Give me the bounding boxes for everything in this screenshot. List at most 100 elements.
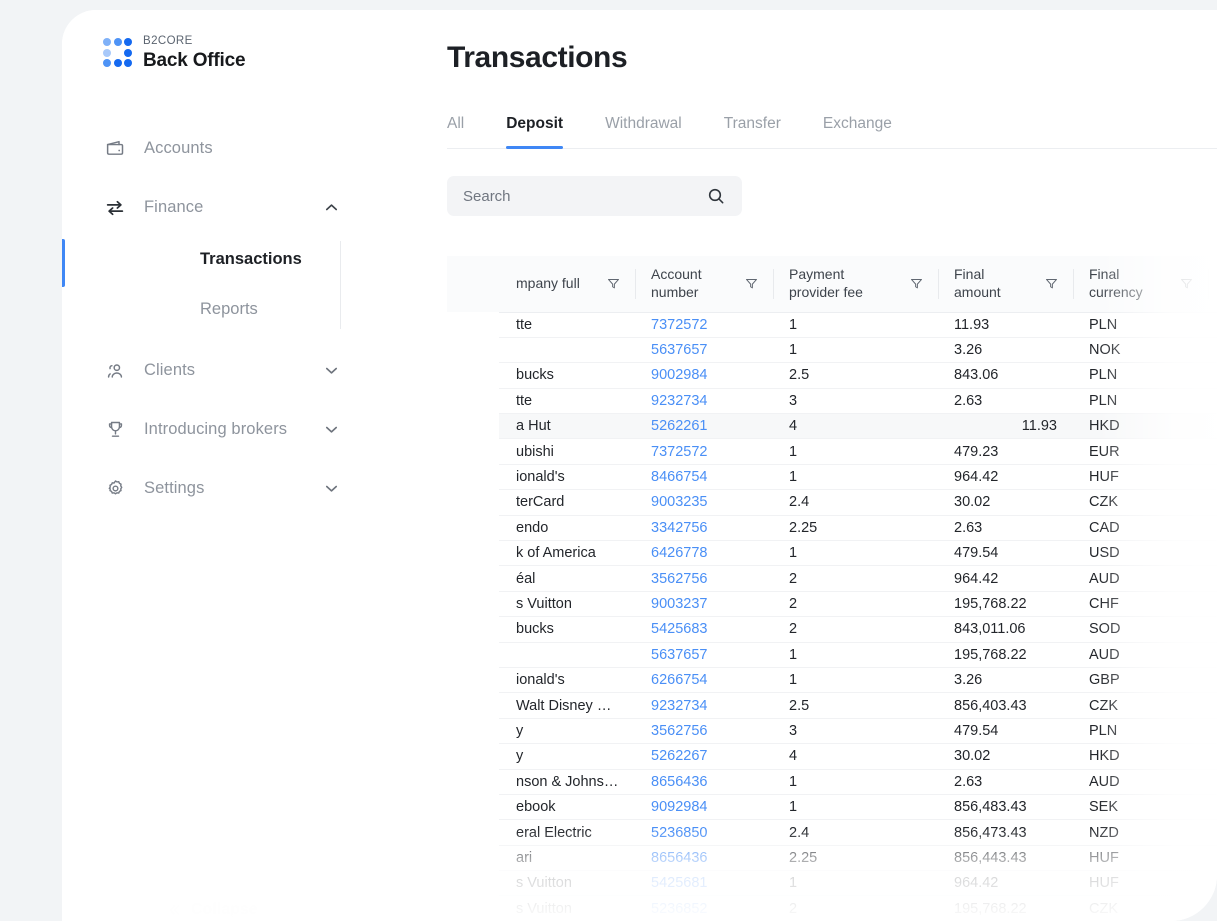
- sidebar-item-introducing-brokers[interactable]: Introducing brokers: [62, 407, 385, 453]
- row-checkbox-cell[interactable]: [447, 489, 500, 516]
- filter-icon[interactable]: [744, 276, 759, 291]
- row-checkbox[interactable]: [465, 366, 482, 384]
- row-checkbox[interactable]: [465, 544, 482, 562]
- row-checkbox-cell[interactable]: [447, 591, 500, 618]
- row-checkbox[interactable]: [465, 392, 482, 410]
- table-row[interactable]: ari86564362.25856,443.43HUF2.25: [447, 845, 1217, 872]
- chevron-down-icon[interactable]: [322, 479, 341, 498]
- row-checkbox-cell[interactable]: [447, 388, 500, 415]
- row-checkbox[interactable]: [465, 595, 482, 613]
- table-row[interactable]: tte7372572111.93PLN1: [447, 312, 1217, 338]
- row-checkbox-cell[interactable]: [447, 819, 500, 846]
- table-row[interactable]: y35627563479.54PLN3: [447, 718, 1217, 745]
- column-account-number[interactable]: Account number: [635, 256, 773, 313]
- row-checkbox-cell[interactable]: [447, 312, 500, 338]
- row-checkbox-cell[interactable]: [447, 769, 500, 795]
- row-checkbox[interactable]: [465, 671, 482, 689]
- table-row[interactable]: ebook90929841856,483.43SEK1: [447, 794, 1217, 821]
- sidebar-item-settings[interactable]: Settings: [62, 466, 385, 512]
- row-checkbox[interactable]: [465, 824, 482, 841]
- row-checkbox-cell[interactable]: [447, 743, 500, 770]
- filter-icon[interactable]: [1044, 276, 1059, 291]
- row-checkbox[interactable]: [465, 341, 482, 359]
- row-checkbox-cell[interactable]: [447, 794, 500, 821]
- table-row[interactable]: Walt Disney Com…92327342.5856,403.43CZK2…: [447, 692, 1217, 719]
- row-checkbox[interactable]: [465, 798, 482, 816]
- row-checkbox-cell[interactable]: [447, 692, 500, 719]
- table-row[interactable]: k of America64267781479.54USD1: [447, 540, 1217, 567]
- row-checkbox[interactable]: [465, 773, 482, 791]
- table-row[interactable]: nson & Johnson865643612.63AUD1: [447, 769, 1217, 795]
- table-row[interactable]: éal35627562964.42AUD2: [447, 565, 1217, 592]
- row-checkbox-cell[interactable]: [447, 870, 500, 897]
- row-checkbox[interactable]: [465, 316, 482, 334]
- row-checkbox[interactable]: [465, 443, 482, 461]
- row-checkbox[interactable]: [465, 417, 482, 435]
- table-row[interactable]: 56376571195,768.22AUD1: [447, 642, 1217, 668]
- table-row[interactable]: s Vuitton90032372195,768.22CHF2: [447, 591, 1217, 618]
- transactions-table-scroll[interactable]: mpany full Account number Payment provid…: [447, 256, 1217, 921]
- row-checkbox[interactable]: [465, 646, 482, 664]
- row-checkbox-cell[interactable]: [447, 565, 500, 592]
- column-final-currency[interactable]: Final currency: [1073, 256, 1208, 313]
- tab-deposit[interactable]: Deposit: [506, 105, 563, 149]
- row-checkbox-cell[interactable]: [447, 895, 500, 921]
- column-payment-provider-fee[interactable]: Payment provider fee: [773, 256, 938, 313]
- table-row[interactable]: a Hut5262261411.93HKD4: [447, 413, 1217, 440]
- select-all-checkbox[interactable]: [465, 275, 482, 293]
- row-checkbox[interactable]: [465, 874, 482, 892]
- row-checkbox-cell[interactable]: [447, 845, 500, 872]
- tab-withdrawal[interactable]: Withdrawal: [605, 105, 682, 148]
- row-checkbox[interactable]: [465, 697, 482, 715]
- row-checkbox-cell[interactable]: [447, 464, 500, 491]
- row-checkbox-cell[interactable]: [447, 515, 500, 542]
- row-checkbox-cell[interactable]: [447, 337, 500, 364]
- search-input[interactable]: [463, 187, 706, 205]
- brand-logo[interactable]: B2CORE Back Office: [62, 10, 385, 70]
- table-row[interactable]: eral Electric52368502.4856,473.43NZD2.4: [447, 819, 1217, 846]
- row-checkbox[interactable]: [465, 900, 482, 918]
- table-row[interactable]: 563765713.26NOK1: [447, 337, 1217, 364]
- row-checkbox-cell[interactable]: [447, 667, 500, 694]
- table-row[interactable]: tte923273432.63PLN3: [447, 388, 1217, 415]
- row-checkbox[interactable]: [465, 468, 482, 486]
- filter-icon[interactable]: [1179, 276, 1194, 291]
- column-company-full-name[interactable]: mpany full: [500, 256, 635, 313]
- row-checkbox-cell[interactable]: [447, 718, 500, 745]
- row-checkbox-cell[interactable]: [447, 642, 500, 668]
- row-checkbox[interactable]: [465, 519, 482, 537]
- sidebar-item-accounts[interactable]: Accounts: [62, 126, 385, 172]
- table-row[interactable]: y5262267430.02HKD4: [447, 743, 1217, 770]
- table-row[interactable]: ionald's84667541964.42HUF1: [447, 464, 1217, 491]
- search-box[interactable]: [447, 176, 742, 216]
- select-all-header[interactable]: [447, 256, 500, 313]
- row-checkbox[interactable]: [465, 620, 482, 638]
- table-row[interactable]: bucks90029842.5843.06PLN2.5: [447, 362, 1217, 389]
- table-row[interactable]: terCard90032352.430.02CZK2.4: [447, 489, 1217, 516]
- row-checkbox-cell[interactable]: [447, 362, 500, 389]
- tab-all[interactable]: All: [447, 105, 464, 148]
- sidebar-item-clients[interactable]: Clients: [62, 348, 385, 394]
- table-row[interactable]: endo33427562.252.63CAD2.25: [447, 515, 1217, 542]
- row-checkbox-cell[interactable]: [447, 438, 500, 465]
- sidebar-item-transactions[interactable]: Transactions: [62, 235, 385, 285]
- row-checkbox-cell[interactable]: [447, 616, 500, 643]
- sidebar-item-reports[interactable]: Reports: [62, 285, 385, 335]
- filter-icon[interactable]: [909, 276, 924, 291]
- column-final-amount[interactable]: Final amount: [938, 256, 1073, 313]
- table-row[interactable]: ubishi73725721479.23EUR1: [447, 438, 1217, 465]
- row-checkbox[interactable]: [465, 570, 482, 588]
- tab-exchange[interactable]: Exchange: [823, 105, 892, 148]
- collapse-sidebar-button[interactable]: Collapse: [62, 901, 258, 919]
- column-exchange-rate[interactable]: Exchangerate: [1208, 256, 1217, 313]
- row-checkbox[interactable]: [465, 849, 482, 867]
- sidebar-item-finance[interactable]: Finance: [62, 185, 385, 231]
- table-row[interactable]: bucks54256832843,011.06SOD2: [447, 616, 1217, 643]
- row-checkbox[interactable]: [465, 493, 482, 511]
- chevron-up-icon[interactable]: [322, 198, 341, 217]
- table-row[interactable]: ionald's626675413.26GBP1: [447, 667, 1217, 694]
- search-icon[interactable]: [706, 186, 726, 206]
- row-checkbox[interactable]: [465, 747, 482, 765]
- table-row[interactable]: s Vuitton52368522195,768.22CZK2: [447, 895, 1217, 921]
- filter-icon[interactable]: [606, 276, 621, 291]
